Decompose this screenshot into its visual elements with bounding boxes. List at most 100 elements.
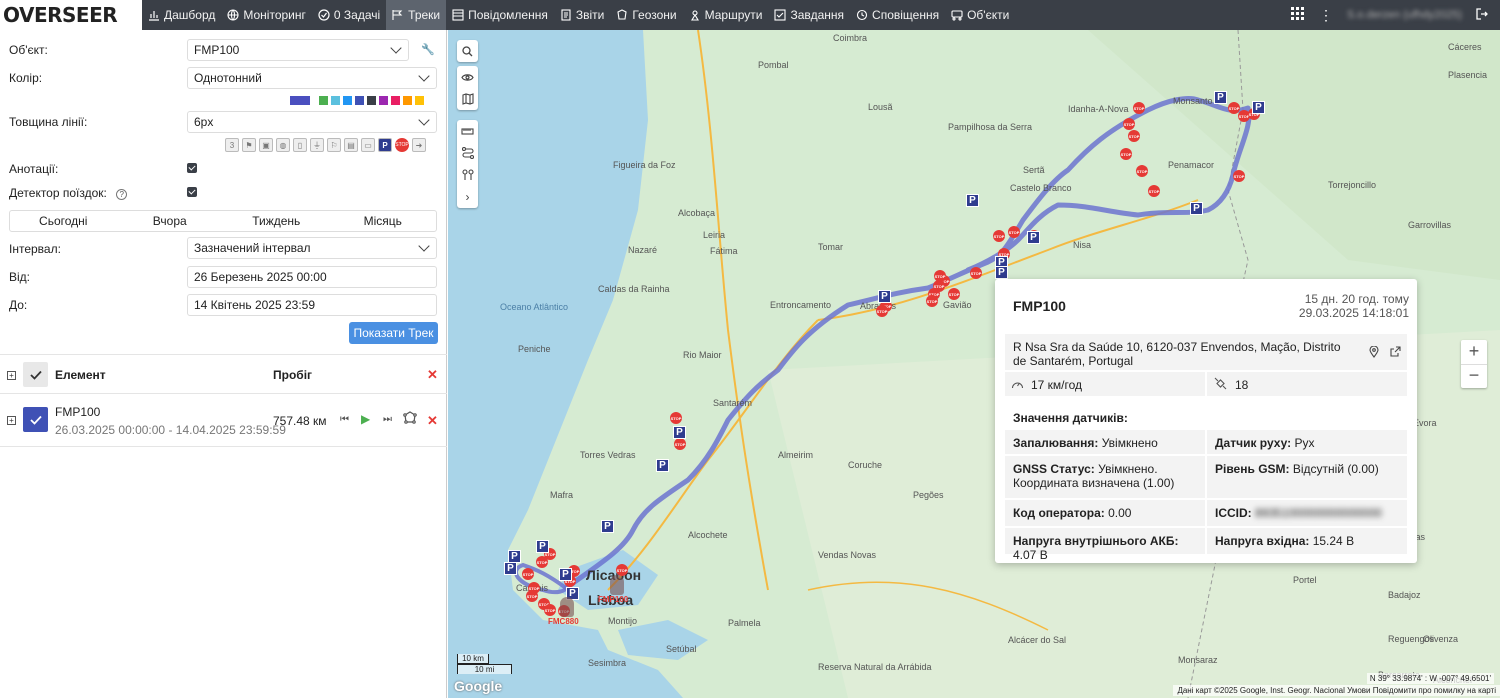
stop-marker-icon[interactable]: STOP	[970, 267, 982, 279]
parking-marker-icon[interactable]: P	[536, 540, 549, 553]
help-icon[interactable]: ?	[116, 189, 128, 200]
play-icon[interactable]: ▶	[361, 412, 370, 426]
parking-marker-icon[interactable]: P	[601, 520, 614, 533]
grid-menu-icon[interactable]	[1291, 6, 1305, 24]
color-swatch[interactable]	[331, 96, 340, 105]
row-checkbox[interactable]	[23, 407, 48, 432]
vehicle-marker[interactable]: FMP100	[598, 575, 628, 604]
flags-icon[interactable]: ⚑	[242, 138, 256, 152]
map-layers-icon[interactable]	[457, 88, 478, 110]
sensor-icon[interactable]: ▯	[293, 138, 307, 152]
stop-marker-icon[interactable]: STOP	[1120, 148, 1132, 160]
fast-forward-icon[interactable]: ⏭	[383, 414, 392, 425]
stop-marker-icon[interactable]: STOP	[1123, 118, 1135, 130]
stop-marker-icon[interactable]: STOP	[993, 230, 1005, 242]
user-name[interactable]: S.o.derzen (ufhdy2025)	[1347, 9, 1462, 21]
tab-period-0[interactable]: Сьогодні	[10, 211, 117, 231]
select-all-checkbox[interactable]	[23, 362, 48, 387]
nav-item-6[interactable]: Геозони	[610, 0, 682, 30]
vehicle-marker[interactable]: FMC880	[548, 597, 579, 626]
wrench-icon[interactable]: 🔧	[421, 43, 435, 56]
parking-marker-icon[interactable]: P	[878, 290, 891, 303]
color-swatch[interactable]	[319, 96, 328, 105]
poi-tool-icon[interactable]	[457, 164, 478, 186]
flag-icon[interactable]: ⚐	[327, 138, 341, 152]
eye-icon[interactable]	[457, 66, 478, 88]
expand-all-icon[interactable]: +	[7, 371, 16, 380]
parking-marker-icon[interactable]: P	[1252, 101, 1265, 114]
image-icon[interactable]: ▤	[344, 138, 358, 152]
parking-icon[interactable]: P	[378, 138, 392, 152]
stop-marker-icon[interactable]: STOP	[948, 288, 960, 300]
plug-icon[interactable]: ⏚	[310, 138, 324, 152]
parking-marker-icon[interactable]: P	[673, 426, 686, 439]
color-swatch[interactable]	[391, 96, 400, 105]
delete-all-icon[interactable]: ✕	[427, 367, 438, 383]
rewind-icon[interactable]: ⏮	[340, 414, 349, 425]
stop-marker-icon[interactable]: STOP	[526, 590, 538, 602]
street-view-icon[interactable]	[1368, 345, 1380, 361]
tab-period-1[interactable]: Вчора	[117, 211, 224, 231]
open-external-icon[interactable]	[1390, 346, 1401, 360]
search-icon[interactable]	[457, 40, 478, 62]
annotations-checkbox[interactable]	[187, 163, 197, 173]
tab-period-2[interactable]: Тиждень	[223, 211, 330, 231]
parking-marker-icon[interactable]: P	[656, 459, 669, 472]
nav-item-2[interactable]: 0 Задачі	[312, 0, 386, 30]
nav-item-3[interactable]: Треки	[386, 0, 447, 30]
parking-marker-icon[interactable]: P	[995, 266, 1008, 279]
table-row[interactable]: + FMP100 26.03.2025 00:00:00 - 14.04.202…	[0, 394, 447, 447]
nav-item-9[interactable]: Сповіщення	[850, 0, 945, 30]
nav-item-0[interactable]: Дашборд	[142, 0, 221, 30]
stop-marker-icon[interactable]: STOP	[926, 295, 938, 307]
stop-marker-icon[interactable]: STOP	[670, 412, 682, 424]
trip-detector-checkbox[interactable]	[187, 187, 197, 197]
arrow-icon[interactable]: ➜	[412, 138, 426, 152]
stop-marker-icon[interactable]: STOP	[876, 305, 888, 317]
color-swatch[interactable]	[415, 96, 424, 105]
stop-marker-icon[interactable]: STOP	[536, 556, 548, 568]
show-track-button[interactable]: Показати Трек	[349, 322, 438, 344]
nav-item-4[interactable]: Повідомлення	[446, 0, 554, 30]
nav-item-1[interactable]: Моніторинг	[221, 0, 312, 30]
zoom-in-button[interactable]: +	[1461, 340, 1487, 364]
stop-marker-icon[interactable]: STOP	[1148, 185, 1160, 197]
line-width-select[interactable]: 6px	[187, 111, 437, 133]
color-swatch[interactable]	[379, 96, 388, 105]
color-swatch[interactable]	[290, 96, 310, 105]
nav-item-7[interactable]: Маршрути	[683, 0, 769, 30]
to-date-input[interactable]: 14 Квітень 2025 23:59	[187, 294, 437, 316]
stop-marker-icon[interactable]: STOP	[1008, 226, 1020, 238]
color-swatch[interactable]	[367, 96, 376, 105]
expand-row-icon[interactable]: +	[7, 416, 16, 425]
delete-row-icon[interactable]: ✕	[427, 413, 438, 429]
from-date-input[interactable]: 26 Березень 2025 00:00	[187, 266, 437, 288]
parking-marker-icon[interactable]: P	[1027, 231, 1040, 244]
stop-marker-icon[interactable]: STOP	[1136, 165, 1148, 177]
number-marker-icon[interactable]: 3	[225, 138, 239, 152]
parking-marker-icon[interactable]: P	[1214, 91, 1227, 104]
more-vert-icon[interactable]: ⋮	[1319, 7, 1333, 24]
nav-item-5[interactable]: Звіти	[554, 0, 611, 30]
app-logo[interactable]: OVERSEER	[0, 0, 142, 30]
object-select[interactable]: FMP100	[187, 39, 409, 61]
fuel-icon[interactable]: ◍	[276, 138, 290, 152]
color-swatch[interactable]	[403, 96, 412, 105]
ruler-icon[interactable]	[457, 120, 478, 142]
color-swatch[interactable]	[355, 96, 364, 105]
parking-marker-icon[interactable]: P	[504, 562, 517, 575]
zoom-out-button[interactable]: −	[1461, 364, 1487, 388]
parking-marker-icon[interactable]: P	[966, 194, 979, 207]
geofence-icon[interactable]	[403, 411, 417, 428]
map-attribution[interactable]: Дані карт ©2025 Google, Inst. Geogr. Nac…	[1173, 685, 1500, 696]
stop-icon[interactable]: STOP	[395, 138, 409, 152]
event-icon[interactable]: ▣	[259, 138, 273, 152]
nav-item-8[interactable]: Завдання	[768, 0, 850, 30]
stop-marker-icon[interactable]: STOP	[934, 270, 946, 282]
parking-marker-icon[interactable]: P	[1190, 202, 1203, 215]
color-swatch[interactable]	[343, 96, 352, 105]
stop-marker-icon[interactable]: STOP	[1133, 102, 1145, 114]
stop-marker-icon[interactable]: STOP	[1233, 170, 1245, 182]
interval-select[interactable]: Зазначений інтервал	[187, 237, 437, 259]
stop-marker-icon[interactable]: STOP	[522, 568, 534, 580]
